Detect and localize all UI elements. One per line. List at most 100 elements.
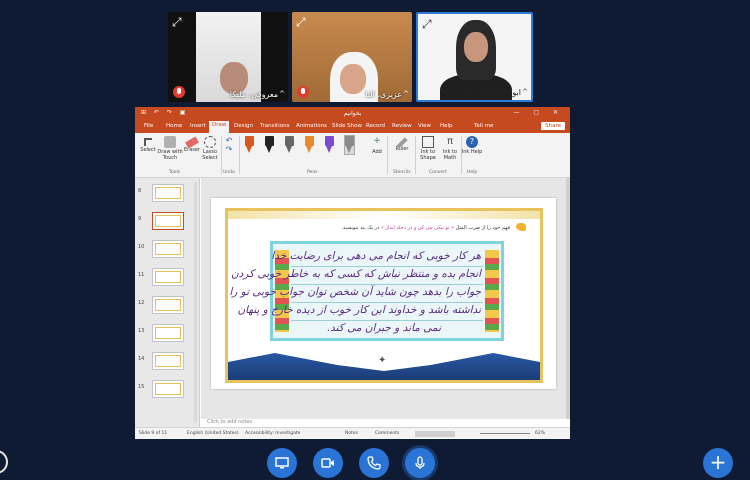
share-button[interactable]: Share: [541, 122, 565, 130]
draw-with-touch-button[interactable]: Draw with Touch: [157, 136, 183, 161]
slide-thumbnail[interactable]: [152, 352, 184, 370]
tab-record[interactable]: Record: [363, 122, 388, 130]
select-button[interactable]: Select: [137, 136, 159, 153]
tab-help[interactable]: Help: [437, 122, 456, 130]
participant-tile-3[interactable]: ⤢ ابوالمعصومی، م... ^: [416, 12, 533, 102]
share-screen-button[interactable]: [267, 448, 297, 478]
ink-to-math-button[interactable]: π Ink to Math: [439, 136, 461, 161]
zoom-level[interactable]: 62%: [535, 431, 545, 436]
slide-thumbnail[interactable]: [152, 240, 184, 258]
ink-to-shape-button[interactable]: Ink to Shape: [417, 136, 439, 161]
shared-screen-powerpoint: ⊞ ↶ ↷ ▣ بخوانیم — ▢ ✕ File Home Insert D…: [135, 107, 570, 439]
slide-counter: Slide 9 of 11: [139, 431, 168, 436]
pen-1[interactable]: [245, 136, 254, 154]
accessibility-status[interactable]: Accessibility: Investigate: [245, 431, 300, 436]
touch-pen-icon: [164, 136, 176, 148]
slide-thumbnail[interactable]: [152, 212, 184, 230]
ornament-icon: ✦: [378, 355, 387, 366]
view-buttons[interactable]: [415, 431, 455, 437]
microphone-button[interactable]: [405, 448, 435, 478]
pen-body: [325, 136, 334, 146]
slide-canvas: فهم خود را از ضرب المثل « تو نیکی می کن …: [201, 178, 570, 427]
ink-help-button[interactable]: ? Ink Help: [461, 136, 483, 155]
handwriting-line: هر کار خوبی که انجام می دهی برای رضایت خ…: [271, 250, 481, 262]
group-label-pens: Pens: [307, 170, 318, 175]
pen-body: [345, 136, 354, 146]
comments-toggle[interactable]: Comments: [375, 431, 399, 436]
expand-icon[interactable]: ⤢: [422, 17, 436, 31]
window-controls[interactable]: — ▢ ✕: [513, 109, 564, 116]
tab-file[interactable]: File: [141, 122, 156, 130]
video-button[interactable]: [313, 448, 343, 478]
add-button[interactable]: +: [703, 448, 733, 478]
screen-icon: [275, 457, 289, 469]
tab-draw[interactable]: Draw: [209, 121, 230, 133]
group-label-convert: Convert: [429, 170, 447, 175]
divider: [387, 136, 388, 174]
status-circle-icon[interactable]: [0, 450, 8, 474]
pen-3[interactable]: [285, 136, 294, 154]
group-label-help: Help: [467, 170, 478, 175]
tab-view[interactable]: View: [415, 122, 434, 130]
chevron-up-icon[interactable]: ^: [279, 90, 285, 98]
participant-face: [464, 32, 488, 62]
pen-body: [285, 136, 294, 146]
ruler-button[interactable]: Ruler: [391, 136, 413, 152]
undo-button[interactable]: ↶ ↷: [221, 136, 237, 154]
tab-transitions[interactable]: Transitions: [257, 122, 292, 130]
lasso-select-button[interactable]: Lasso Select: [199, 136, 221, 161]
notes-toggle[interactable]: Notes: [345, 431, 358, 436]
pen-6[interactable]: [344, 135, 355, 155]
pen-body: [265, 136, 274, 146]
chevron-up-icon[interactable]: ^: [522, 88, 528, 96]
slide-thumbnail[interactable]: [152, 268, 184, 286]
phone-button[interactable]: [359, 448, 389, 478]
slide-thumbnail[interactable]: [152, 296, 184, 314]
frame-decoration: [228, 211, 540, 219]
zoom-slider[interactable]: [480, 433, 530, 434]
tab-slide-show[interactable]: Slide Show: [329, 122, 365, 130]
phone-icon: [367, 456, 381, 470]
pen-body: [245, 136, 254, 146]
thumbnail-number: 14: [138, 356, 145, 362]
mic-muted-icon: [297, 86, 309, 98]
slide-thumbnail[interactable]: [152, 184, 184, 202]
pen-2[interactable]: [265, 136, 274, 154]
chevron-up-icon[interactable]: ^: [403, 90, 409, 98]
tab-review[interactable]: Review: [389, 122, 415, 130]
slide: فهم خود را از ضرب المثل « تو نیکی می کن …: [211, 198, 556, 389]
pen-tip: [306, 146, 312, 153]
tab-animations[interactable]: Animations: [293, 122, 330, 130]
thumbnail-scrollbar[interactable]: [194, 182, 197, 422]
notes-pane[interactable]: Click to add notes: [201, 419, 570, 427]
ruled-line: [291, 302, 483, 303]
language-indicator[interactable]: English (United States): [187, 431, 239, 436]
ribbon-draw: Select Draw with Touch Eraser Lasso Sele…: [135, 133, 570, 178]
slide-thumbnail[interactable]: [152, 380, 184, 398]
pen-4[interactable]: [305, 136, 314, 154]
tab-home[interactable]: Home: [163, 122, 185, 130]
tab-design[interactable]: Design: [231, 122, 256, 130]
canvas-scrollbar[interactable]: [566, 178, 570, 427]
participant-tile-2[interactable]: ⤢ عزیزی، النا ^: [292, 12, 412, 102]
thumbnail-frame: [155, 243, 181, 255]
expand-icon[interactable]: ⤢: [172, 15, 186, 29]
handwriting-line: نداشته باشد و خداوند این کار خوب از دیده…: [237, 304, 481, 316]
handwriting-line: نمی ماند و جبران می کند.: [326, 322, 441, 334]
tab-insert[interactable]: Insert: [187, 122, 209, 130]
group-label-undo: Undo: [223, 170, 235, 175]
expand-icon[interactable]: ⤢: [296, 15, 310, 29]
slide-thumbnail[interactable]: [152, 324, 184, 342]
handwriting-line: انجام بده و منتظر نباش که کسی که به خاطر…: [230, 268, 481, 280]
add-pen-button[interactable]: + Add: [369, 136, 385, 156]
thumbnail-number: 13: [138, 328, 145, 334]
ruled-line: [291, 320, 483, 321]
participant-tile-1[interactable]: ⤢ معروفی، ملیکا ^: [168, 12, 288, 102]
pen-5[interactable]: [325, 136, 334, 154]
pen-body: [305, 136, 314, 146]
thumbnail-number: 10: [138, 244, 145, 250]
thumbnail-frame: [155, 271, 181, 283]
card-border-decoration: [485, 250, 499, 332]
divider: [239, 136, 240, 174]
tell-me-search[interactable]: Tell me: [471, 122, 496, 130]
